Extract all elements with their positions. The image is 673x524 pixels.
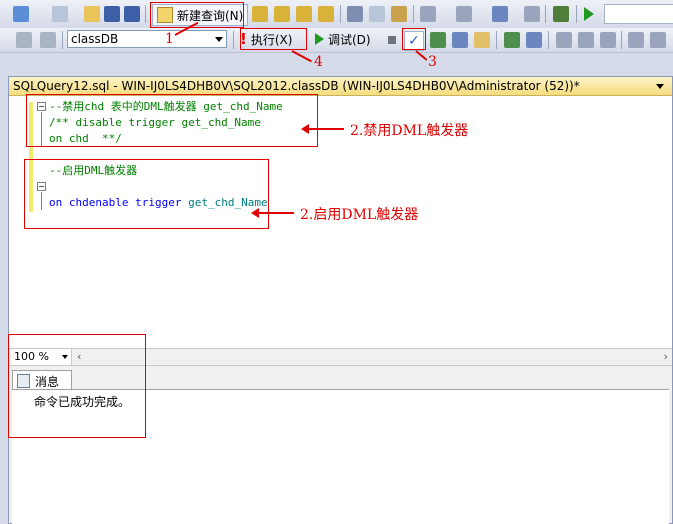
query-mdx-icon[interactable]	[274, 6, 290, 22]
annotation-box-enable	[24, 159, 269, 229]
debug-play-icon	[315, 33, 324, 45]
save-icon[interactable]	[104, 6, 120, 22]
annotation-number-3: 3	[428, 54, 437, 70]
save-all-icon[interactable]	[124, 6, 140, 22]
paste-icon[interactable]	[391, 6, 407, 22]
document-tab-title: SQLQuery12.sql - WIN-IJ0LS4DHB0V\SQL2012…	[13, 79, 580, 93]
activity-icon[interactable]	[553, 6, 569, 22]
query-dmx-icon[interactable]	[296, 6, 312, 22]
annotation-box-disable	[26, 94, 318, 147]
comment-icon[interactable]	[628, 32, 644, 48]
annotation-arrow-2b	[251, 208, 294, 218]
uncomment-icon[interactable]	[650, 32, 666, 48]
undo-icon[interactable]	[420, 6, 436, 22]
start-debug-icon[interactable]	[584, 7, 594, 21]
new-project-icon[interactable]	[13, 6, 29, 22]
results-file-icon[interactable]	[600, 32, 616, 48]
scroll-right-icon[interactable]: ›	[664, 350, 668, 363]
change-connection-icon[interactable]	[40, 32, 56, 48]
copy-icon[interactable]	[369, 6, 385, 22]
results-text-icon[interactable]	[556, 32, 572, 48]
annotation-box-execute	[240, 28, 307, 50]
search-combo[interactable]	[604, 4, 673, 24]
annotation-box-results	[8, 334, 146, 438]
report-icon[interactable]	[524, 6, 540, 22]
sql-editor-toolbar: classDB ! 执行(X) 调试(D) ✓	[0, 28, 673, 53]
include-plan-icon[interactable]	[504, 32, 520, 48]
results-grid-icon[interactable]	[578, 32, 594, 48]
grid-icon[interactable]	[52, 6, 68, 22]
display-plan-icon[interactable]	[430, 32, 446, 48]
annotation-label-enable: 2.启用DML触发器	[300, 207, 419, 223]
tab-dropdown-icon[interactable]	[656, 84, 664, 89]
annotation-number-4: 4	[314, 54, 323, 70]
cut-icon[interactable]	[347, 6, 363, 22]
standard-toolbar: 新建查询(N)	[0, 0, 673, 29]
intellisense-icon[interactable]	[474, 32, 490, 48]
database-select[interactable]: classDB	[67, 30, 227, 48]
cancel-query-icon[interactable]	[388, 36, 396, 44]
debug-label: 调试(D)	[328, 32, 371, 47]
annotation-number-1: 1	[165, 31, 174, 47]
connect-icon[interactable]	[16, 32, 32, 48]
open-file-icon[interactable]	[84, 6, 100, 22]
query-designer-icon[interactable]	[452, 32, 468, 48]
query-db-icon[interactable]	[252, 6, 268, 22]
chevron-down-icon[interactable]	[215, 37, 223, 42]
query-xmla-icon[interactable]	[318, 6, 334, 22]
database-selected-value: classDB	[71, 32, 119, 46]
annotation-arrow-2a	[301, 124, 344, 134]
redo-icon[interactable]	[456, 6, 472, 22]
navigate-icon[interactable]	[492, 6, 508, 22]
debug-button[interactable]: 调试(D)	[315, 30, 371, 48]
annotation-label-disable: 2.禁用DML触发器	[350, 123, 469, 139]
client-stats-icon[interactable]	[526, 32, 542, 48]
annotation-box-parse	[402, 28, 426, 50]
